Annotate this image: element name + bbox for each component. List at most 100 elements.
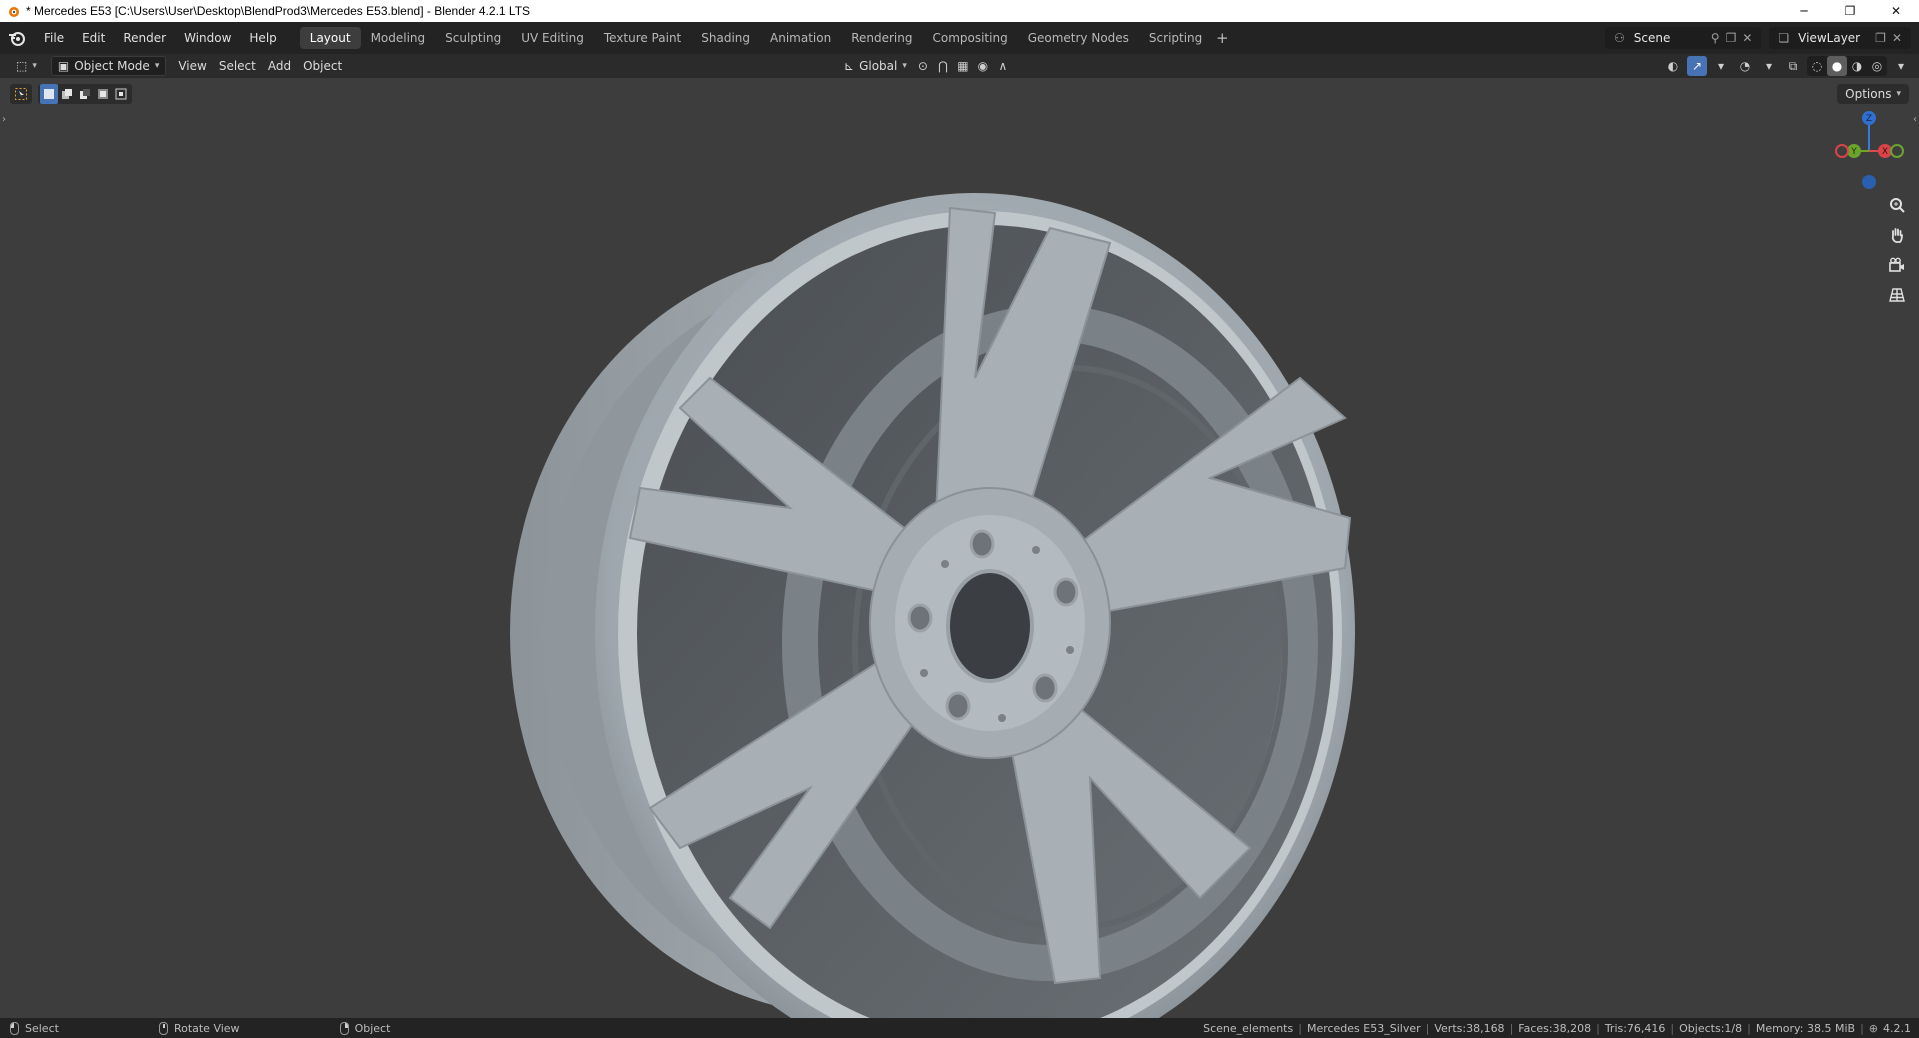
minimize-button[interactable]: ─ [1781,0,1827,22]
transform-orientation-dropdown[interactable]: ⊾ Global ▾ [838,56,913,76]
stat-tris: Tris:76,416 [1604,1021,1666,1035]
gizmo-y-label: Y [1850,147,1857,157]
perspective-grid-icon[interactable] [1884,282,1910,308]
pan-hand-icon[interactable] [1884,222,1910,248]
object-mode-dropdown[interactable]: ▣ Object Mode ▾ [50,56,167,76]
options-dropdown[interactable]: Options ▾ [1837,84,1909,104]
camera-view-icon[interactable] [1884,252,1910,278]
blender-top-bar: File Edit Render Window Help Layout Mode… [0,22,1919,54]
restore-button[interactable]: ❐ [1827,0,1873,22]
scene-statistics: Scene_elements | Mercedes E53_Silver | Ver… [1203,1021,1911,1035]
menu-window[interactable]: Window [175,27,240,49]
tab-layout[interactable]: Layout [299,27,361,49]
menu-help[interactable]: Help [240,27,285,49]
status-bar: Select Rotate View Object Scene_elements… [0,1018,1919,1038]
navigation-gizmo[interactable]: Z X Y [1820,110,1910,190]
gizmo-neg-z-axis[interactable] [1862,175,1876,189]
select-intersect-icon[interactable] [112,84,130,104]
stat-version: 4.2.1 [1883,1021,1911,1035]
selection-mode-group [38,84,132,104]
tab-geometry-nodes[interactable]: Geometry Nodes [1018,27,1139,49]
blender-logo-icon[interactable] [8,29,26,47]
gizmo-neg-x-axis[interactable] [1835,144,1849,158]
pin-icon[interactable]: ⚲ [1711,31,1720,45]
viewport-editor-icon: ⬚ [16,59,28,73]
gizmo-x-label: X [1882,147,1888,157]
view-layer-name[interactable]: ViewLayer [1792,31,1872,45]
menu-view[interactable]: View [172,56,212,76]
solid-shading-icon[interactable]: ● [1827,56,1847,76]
view-layer-selector[interactable]: ❏ ViewLayer ❐ ✕ [1769,27,1911,49]
hint-select-label: Select [25,1021,59,1035]
hint-select: Select [10,1021,59,1035]
visibility-eye-icon[interactable]: ◐ [1663,56,1683,76]
snap-magnet-icon[interactable]: ⋂ [933,56,953,76]
material-preview-shading-icon[interactable]: ◑ [1847,56,1867,76]
tab-modeling[interactable]: Modeling [361,27,436,49]
new-view-layer-icon[interactable]: ❐ [1875,31,1886,45]
select-tool-icon[interactable] [10,84,32,104]
object-mode-icon: ▣ [57,59,70,73]
snap-target-icon[interactable]: ▦ [953,56,973,76]
left-mouse-icon [10,1021,19,1035]
menu-render[interactable]: Render [114,27,175,49]
chevron-down-icon: ▾ [902,61,907,71]
select-new-icon[interactable] [40,84,58,104]
scene-name[interactable]: Scene [1628,31,1708,45]
tab-scripting[interactable]: Scripting [1139,27,1212,49]
falloff-curve-icon[interactable]: ∧ [993,56,1013,76]
gizmo-dropdown-chevron-icon[interactable]: ▾ [1711,56,1731,76]
3d-viewport[interactable]: Options ▾ › ‹ Z X Y [0,78,1919,1018]
toolbar-expand-arrow-icon[interactable]: › [2,114,6,125]
tab-animation[interactable]: Animation [760,27,841,49]
delete-view-layer-icon[interactable]: ✕ [1892,31,1902,45]
object-mode-label: Object Mode [74,59,150,73]
add-workspace-plus-icon[interactable]: + [1212,29,1232,47]
hint-rotate-view: Rotate View [158,1021,240,1035]
delete-scene-icon[interactable]: ✕ [1742,31,1752,45]
tab-sculpting[interactable]: Sculpting [435,27,511,49]
menu-object[interactable]: Object [297,56,348,76]
tab-texture-paint[interactable]: Texture Paint [594,27,691,49]
middle-mouse-icon [158,1021,168,1035]
xray-toggle-icon[interactable]: ⧉ [1783,56,1803,76]
close-button[interactable]: ✕ [1873,0,1919,22]
stat-memory: Memory: 38.5 MiB [1755,1021,1856,1035]
shading-mode-group: ◌ ● ◑ ◎ [1807,56,1887,76]
stat-objects: Objects:1/8 [1679,1021,1743,1035]
view-layer-icon: ❏ [1778,31,1790,45]
gizmo-neg-y-axis[interactable] [1890,144,1904,158]
menu-file[interactable]: File [35,27,73,49]
rendered-shading-icon[interactable]: ◎ [1867,56,1887,76]
stat-faces: Faces:38,208 [1518,1021,1592,1035]
menu-select[interactable]: Select [213,56,262,76]
tab-shading[interactable]: Shading [691,27,760,49]
pivot-point-icon[interactable]: ⊙ [913,56,933,76]
tab-uv-editing[interactable]: UV Editing [511,27,594,49]
stat-active-object: Mercedes E53_Silver [1306,1021,1421,1035]
wireframe-shading-icon[interactable]: ◌ [1807,56,1827,76]
overlays-dropdown-chevron-icon[interactable]: ▾ [1759,56,1779,76]
zoom-magnifier-icon[interactable] [1884,192,1910,218]
proportional-editing-icon[interactable]: ◉ [973,56,993,76]
tab-rendering[interactable]: Rendering [841,27,922,49]
blender-app-icon [9,7,19,17]
new-scene-icon[interactable]: ❐ [1726,31,1737,45]
sidebar-expand-arrow-icon[interactable]: ‹ [1913,114,1917,125]
menu-edit[interactable]: Edit [73,27,114,49]
menu-add[interactable]: Add [262,56,297,76]
scene-selector[interactable]: ⚇ Scene ⚲ ❐ ✕ [1605,27,1762,49]
select-subtract-icon[interactable] [76,84,94,104]
editor-type-dropdown[interactable]: ⬚ ▾ [10,56,43,76]
center-bore [946,569,1034,683]
stat-verts: Verts:38,168 [1434,1021,1505,1035]
wheel-model[interactable] [0,78,1919,1018]
shading-dropdown-chevron-icon[interactable]: ▾ [1891,56,1911,76]
tab-compositing[interactable]: Compositing [922,27,1017,49]
select-extend-icon[interactable] [58,84,76,104]
overlays-icon[interactable]: ◔ [1735,56,1755,76]
gizmo-toggle-icon[interactable]: ↗ [1687,56,1707,76]
hint-object: Object [339,1021,390,1035]
select-invert-icon[interactable] [94,84,112,104]
hint-rotate-view-label: Rotate View [173,1021,240,1035]
